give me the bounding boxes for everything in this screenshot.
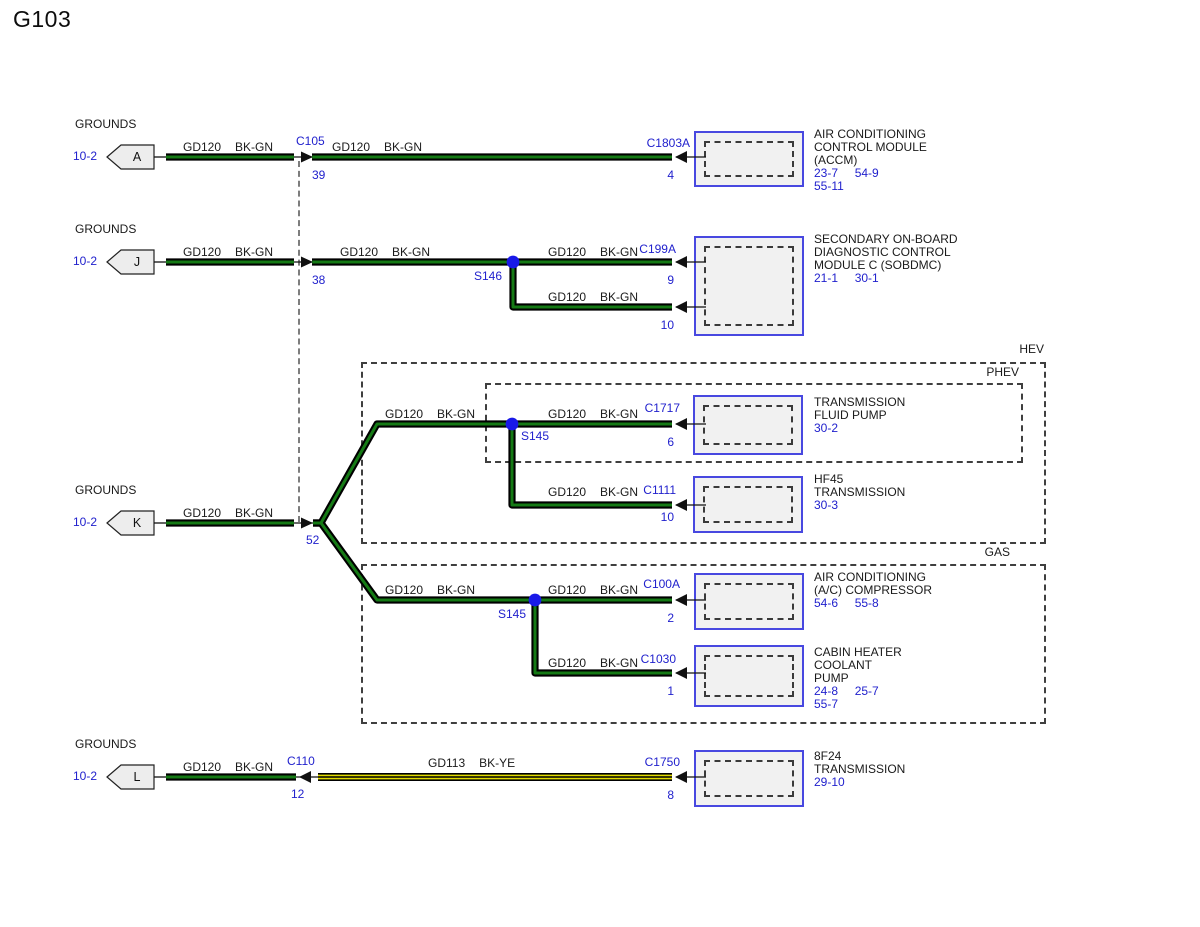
- module-text-8f24: 8F24 TRANSMISSION 29-10: [814, 750, 905, 789]
- module-text-ac-comp: AIR CONDITIONING (A/C) COMPRESSOR 54-6 5…: [814, 571, 932, 610]
- pin-number-39: 39: [312, 169, 325, 182]
- pin-number-2: 2: [634, 612, 674, 625]
- wire-label-l2: GD113BK-YE: [428, 757, 515, 770]
- wire-label-ku1: GD120BK-GN: [385, 408, 475, 421]
- pin-number-10-hf45: 10: [634, 511, 674, 524]
- grounds-label-j: GROUNDS: [75, 223, 136, 236]
- pin-number-12: 12: [291, 788, 304, 801]
- module-box-8f24: [694, 750, 804, 807]
- module-box-accm: [694, 131, 804, 187]
- connector-c105-dashed-line: [298, 161, 300, 522]
- module-inner-dashed: [704, 246, 794, 326]
- module-page-refs[interactable]: 55-11: [814, 180, 927, 193]
- page-ref-ground-j[interactable]: 10-2: [73, 255, 97, 268]
- module-text-sobdmc: SECONDARY ON-BOARD DIAGNOSTIC CONTROL MO…: [814, 233, 958, 285]
- splice-label-s145-lower[interactable]: S145: [498, 608, 526, 621]
- wire-label-j2: GD120BK-GN: [340, 246, 430, 259]
- connector-label-c1750[interactable]: C1750: [610, 756, 680, 769]
- module-page-refs[interactable]: 55-7: [814, 698, 902, 711]
- arrow-right-c105-row-k: [301, 518, 313, 529]
- splice-label-s146[interactable]: S146: [452, 270, 502, 283]
- region-label-hev: HEV: [994, 343, 1044, 356]
- grounds-label-l: GROUNDS: [75, 738, 136, 751]
- page-ref-ground-a[interactable]: 10-2: [73, 150, 97, 163]
- wire-label-a1: GD120BK-GN: [183, 141, 273, 154]
- arrow-left-c110: [299, 771, 311, 783]
- module-box-ac-comp: [694, 573, 804, 630]
- wire-label-kl1: GD120BK-GN: [385, 584, 475, 597]
- wiring-diagram-page: G103 HEV PHEV GAS: [0, 0, 1200, 927]
- pin-number-10-sobdmc: 10: [634, 319, 674, 332]
- module-page-refs[interactable]: 54-6 55-8: [814, 597, 932, 610]
- page-ref-ground-k[interactable]: 10-2: [73, 516, 97, 529]
- module-text-cabin-pump: CABIN HEATER COOLANT PUMP 24-8 25-7 55-7: [814, 646, 902, 711]
- arrow-left-c1803a: [675, 151, 687, 163]
- pin-number-4: 4: [634, 169, 674, 182]
- module-inner-dashed: [704, 655, 794, 697]
- module-inner-dashed: [703, 486, 793, 523]
- module-box-cabin-pump: [694, 645, 804, 707]
- module-inner-dashed: [704, 141, 794, 177]
- page-title: G103: [13, 6, 71, 33]
- page-ref-ground-l[interactable]: 10-2: [73, 770, 97, 783]
- ground-connector-k-letter: K: [123, 516, 151, 530]
- connector-label-c1030[interactable]: C1030: [606, 653, 676, 666]
- pin-number-6: 6: [634, 436, 674, 449]
- ground-connector-j-letter: J: [123, 255, 151, 269]
- module-inner-dashed: [703, 405, 793, 445]
- module-page-refs[interactable]: 21-1 30-1: [814, 272, 958, 285]
- module-page-refs[interactable]: 29-10: [814, 776, 905, 789]
- wire-label-j1: GD120BK-GN: [183, 246, 273, 259]
- module-box-tfp: [693, 395, 803, 455]
- splice-s146-dot: [507, 256, 520, 269]
- splice-label-s145-upper[interactable]: S145: [521, 430, 549, 443]
- connector-label-c105[interactable]: C105: [296, 135, 325, 148]
- region-label-gas: GAS: [960, 546, 1010, 559]
- connector-label-c199a[interactable]: C199A: [606, 243, 676, 256]
- module-text-tfp: TRANSMISSION FLUID PUMP 30-2: [814, 396, 905, 435]
- module-box-sobdmc: [694, 236, 804, 336]
- arrow-right-c105-row-a: [301, 152, 313, 163]
- arrow-right-c105-row-j: [301, 257, 313, 268]
- pin-number-9: 9: [634, 274, 674, 287]
- module-text-hf45: HF45 TRANSMISSION 30-3: [814, 473, 905, 512]
- wire-label-j4: GD120BK-GN: [548, 291, 638, 304]
- region-label-phev: PHEV: [969, 366, 1019, 379]
- connector-label-c1803a[interactable]: C1803A: [620, 137, 690, 150]
- module-box-hf45: [693, 476, 803, 533]
- arrow-left-c199a-pin10: [675, 301, 687, 313]
- arrow-left-c199a-pin9: [675, 256, 687, 268]
- pin-number-1: 1: [634, 685, 674, 698]
- ground-connector-shapes: [107, 145, 154, 789]
- wire-label-a2: GD120BK-GN: [332, 141, 422, 154]
- connector-label-c100a[interactable]: C100A: [610, 578, 680, 591]
- module-inner-dashed: [704, 583, 794, 620]
- connector-label-c110[interactable]: C110: [287, 755, 315, 768]
- pin-number-8: 8: [634, 789, 674, 802]
- ground-connector-l-letter: L: [123, 770, 151, 784]
- wire-label-l1: GD120BK-GN: [183, 761, 273, 774]
- pin-number-52: 52: [306, 534, 319, 547]
- module-page-refs[interactable]: 30-3: [814, 499, 905, 512]
- arrow-left-c1750: [675, 771, 687, 783]
- ground-connector-a-letter: A: [123, 150, 151, 164]
- grounds-label-k: GROUNDS: [75, 484, 136, 497]
- module-inner-dashed: [704, 760, 794, 797]
- grounds-label-a: GROUNDS: [75, 118, 136, 131]
- module-page-refs[interactable]: 30-2: [814, 422, 905, 435]
- pin-number-38: 38: [312, 274, 325, 287]
- module-text-accm: AIR CONDITIONING CONTROL MODULE (ACCM) 2…: [814, 128, 927, 193]
- connector-label-c1111[interactable]: C1111: [606, 484, 676, 497]
- connector-label-c1717[interactable]: C1717: [610, 402, 680, 415]
- wire-label-k1: GD120BK-GN: [183, 507, 273, 520]
